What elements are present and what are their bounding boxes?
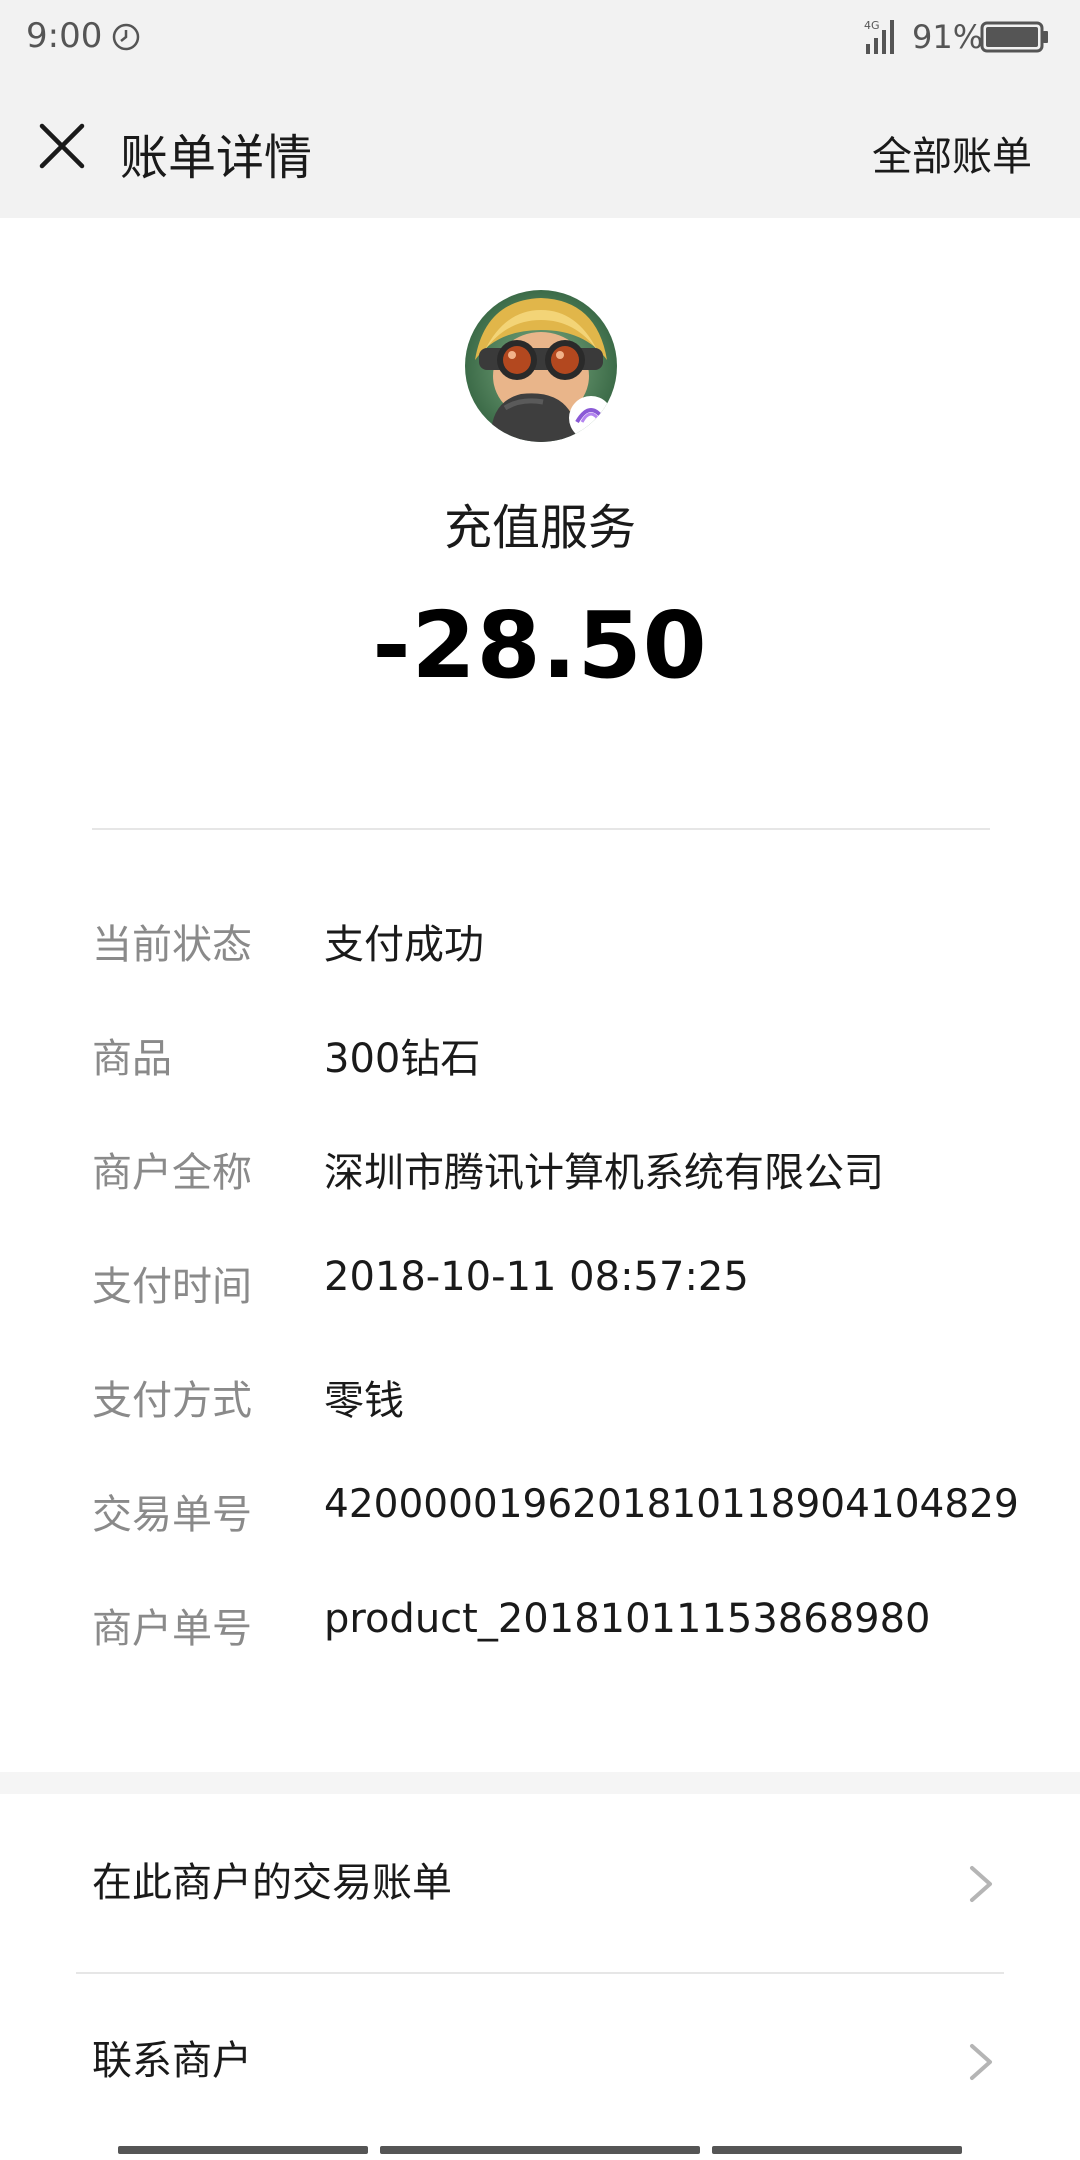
nav-indicator-left bbox=[118, 2146, 368, 2154]
detail-label: 商户单号 bbox=[92, 1606, 252, 1652]
detail-row-product: 商品 300钻石 bbox=[92, 1026, 992, 1086]
all-bills-link[interactable]: 全部账单 bbox=[872, 124, 1032, 182]
app-bar: 账单详情 全部账单 bbox=[0, 76, 1080, 218]
detail-row-transaction-id: 交易单号 4200000196201810118904104829 bbox=[92, 1482, 1019, 1542]
alarm-icon bbox=[112, 23, 140, 51]
chevron-right-icon bbox=[970, 1866, 992, 1902]
contact-merchant-row[interactable]: 联系商户 bbox=[0, 1972, 1080, 2148]
transaction-amount: -28.50 bbox=[372, 592, 708, 699]
detail-label: 交易单号 bbox=[92, 1492, 252, 1538]
detail-value: 深圳市腾讯计算机系统有限公司 bbox=[324, 1150, 884, 1196]
detail-value: product_20181011153868980 bbox=[324, 1596, 931, 1642]
detail-label: 支付方式 bbox=[92, 1378, 252, 1424]
detail-label: 商品 bbox=[92, 1036, 172, 1082]
detail-value: 4200000196201810118904104829 bbox=[324, 1482, 1019, 1527]
svg-text:4G: 4G bbox=[864, 19, 880, 32]
action-label: 在此商户的交易账单 bbox=[92, 1860, 452, 1906]
detail-label: 支付时间 bbox=[92, 1264, 252, 1310]
detail-row-payment-time: 支付时间 2018-10-11 08:57:25 bbox=[92, 1254, 992, 1314]
detail-label: 当前状态 bbox=[92, 922, 252, 968]
action-label: 联系商户 bbox=[92, 2038, 252, 2084]
battery-icon bbox=[980, 21, 1048, 53]
detail-label: 商户全称 bbox=[92, 1150, 252, 1196]
status-bar: 9:00 4G 91% bbox=[0, 0, 1080, 76]
detail-value: 支付成功 bbox=[324, 922, 484, 968]
section-gap bbox=[0, 1772, 1080, 1794]
chevron-right-icon bbox=[970, 2044, 992, 2080]
close-icon[interactable] bbox=[34, 118, 90, 174]
divider bbox=[92, 828, 990, 830]
nav-indicator-center bbox=[380, 2146, 700, 2154]
detail-value: 2018-10-11 08:57:25 bbox=[324, 1254, 749, 1300]
detail-row-status: 当前状态 支付成功 bbox=[92, 912, 992, 972]
detail-value: 零钱 bbox=[324, 1378, 404, 1424]
detail-row-merchant-full-name: 商户全称 深圳市腾讯计算机系统有限公司 bbox=[92, 1140, 992, 1200]
nav-indicator-right bbox=[712, 2146, 962, 2154]
status-time: 9:00 bbox=[26, 16, 103, 56]
battery-percentage: 91% bbox=[912, 18, 984, 56]
merchant-avatar bbox=[465, 290, 617, 442]
detail-row-merchant-order-id: 商户单号 product_20181011153868980 bbox=[92, 1596, 992, 1656]
merchant-transactions-row[interactable]: 在此商户的交易账单 bbox=[0, 1794, 1080, 1970]
signal-icon: 4G bbox=[864, 19, 894, 54]
detail-row-payment-method: 支付方式 零钱 bbox=[92, 1368, 992, 1428]
detail-value: 300钻石 bbox=[324, 1036, 481, 1082]
merchant-name: 充值服务 bbox=[443, 500, 636, 556]
page-title: 账单详情 bbox=[120, 130, 313, 186]
